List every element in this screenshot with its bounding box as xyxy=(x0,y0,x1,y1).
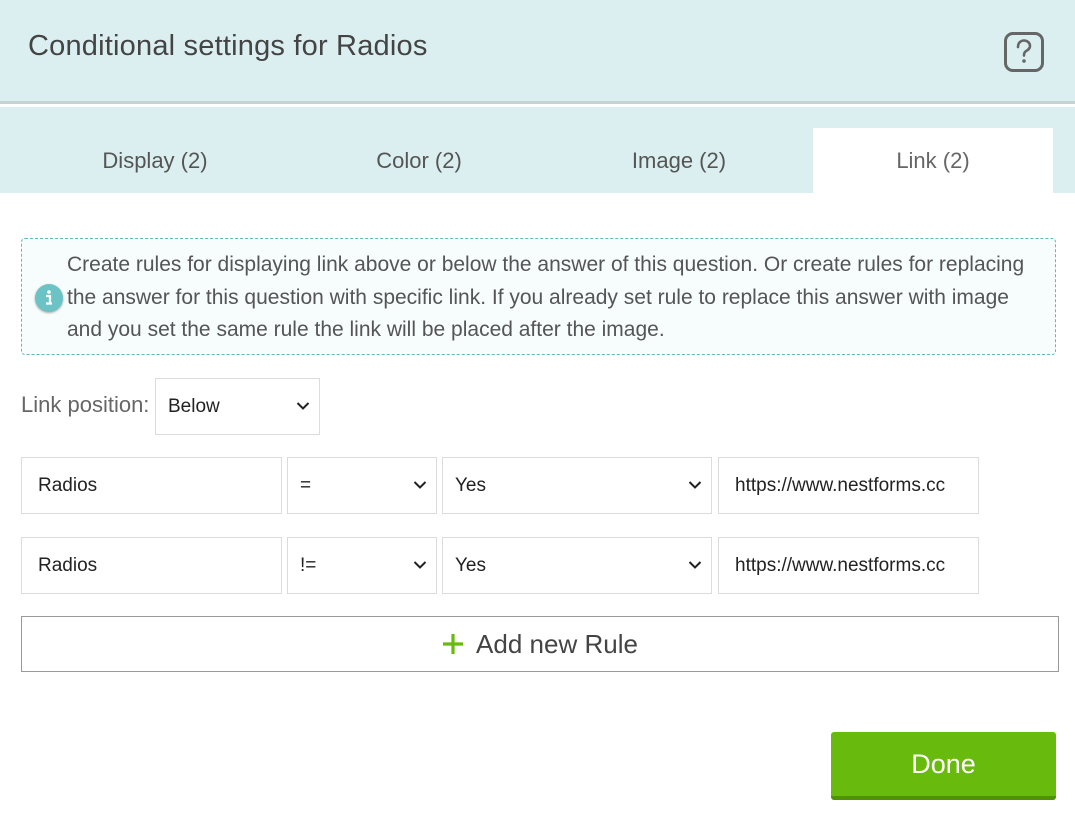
info-icon xyxy=(35,284,63,312)
rule-1-operator-select[interactable]: = xyxy=(287,457,437,514)
info-text: Create rules for displaying link above o… xyxy=(67,253,1025,341)
rule-2-operator-value: != xyxy=(300,554,317,576)
help-button[interactable] xyxy=(1004,32,1044,72)
add-new-rule-label: Add new Rule xyxy=(476,628,638,659)
tab-image[interactable]: Image (2) xyxy=(550,128,808,193)
rule-1-field-value: Radios xyxy=(38,474,98,496)
rule-1-value-select[interactable]: Yes xyxy=(442,457,712,514)
chevron-down-icon xyxy=(413,560,427,569)
rule-2-url-input[interactable]: https://www.nestforms.cc xyxy=(718,537,979,594)
rule-1-operator-value: = xyxy=(300,474,312,496)
rule-2-url-value: https://www.nestforms.cc xyxy=(735,554,946,576)
rule-2-operator-select[interactable]: != xyxy=(287,537,437,594)
add-new-rule-button[interactable]: Add new Rule xyxy=(21,616,1059,672)
done-button[interactable]: Done xyxy=(831,732,1056,800)
link-position-label: Link position: xyxy=(21,392,150,417)
rule-2-field-value: Radios xyxy=(38,554,98,576)
rule-1-value-text: Yes xyxy=(455,474,486,496)
plus-icon xyxy=(442,633,464,655)
info-box: Create rules for displaying link above o… xyxy=(21,238,1056,355)
chevron-down-icon xyxy=(688,560,702,569)
dialog-header: Conditional settings for Radios xyxy=(0,0,1075,104)
chevron-down-icon xyxy=(296,401,310,410)
rule-2-value-text: Yes xyxy=(455,554,486,576)
link-position-select[interactable]: Below xyxy=(155,378,320,435)
rule-1-url-value: https://www.nestforms.cc xyxy=(735,474,946,496)
rule-1-field-input[interactable]: Radios xyxy=(21,457,282,514)
rule-2-field-input[interactable]: Radios xyxy=(21,537,282,594)
question-mark-icon xyxy=(1016,39,1032,63)
tab-display[interactable]: Display (2) xyxy=(24,128,286,193)
link-position-value: Below xyxy=(168,395,220,417)
dialog-title: Conditional settings for Radios xyxy=(28,30,428,62)
chevron-down-icon xyxy=(413,480,427,489)
tab-bar: Display (2) Color (2) Image (2) Link (2) xyxy=(0,107,1075,193)
tab-link[interactable]: Link (2) xyxy=(813,128,1053,193)
chevron-down-icon xyxy=(688,480,702,489)
rule-1-url-input[interactable]: https://www.nestforms.cc xyxy=(718,457,979,514)
tab-color[interactable]: Color (2) xyxy=(288,128,550,193)
rule-2-value-select[interactable]: Yes xyxy=(442,537,712,594)
